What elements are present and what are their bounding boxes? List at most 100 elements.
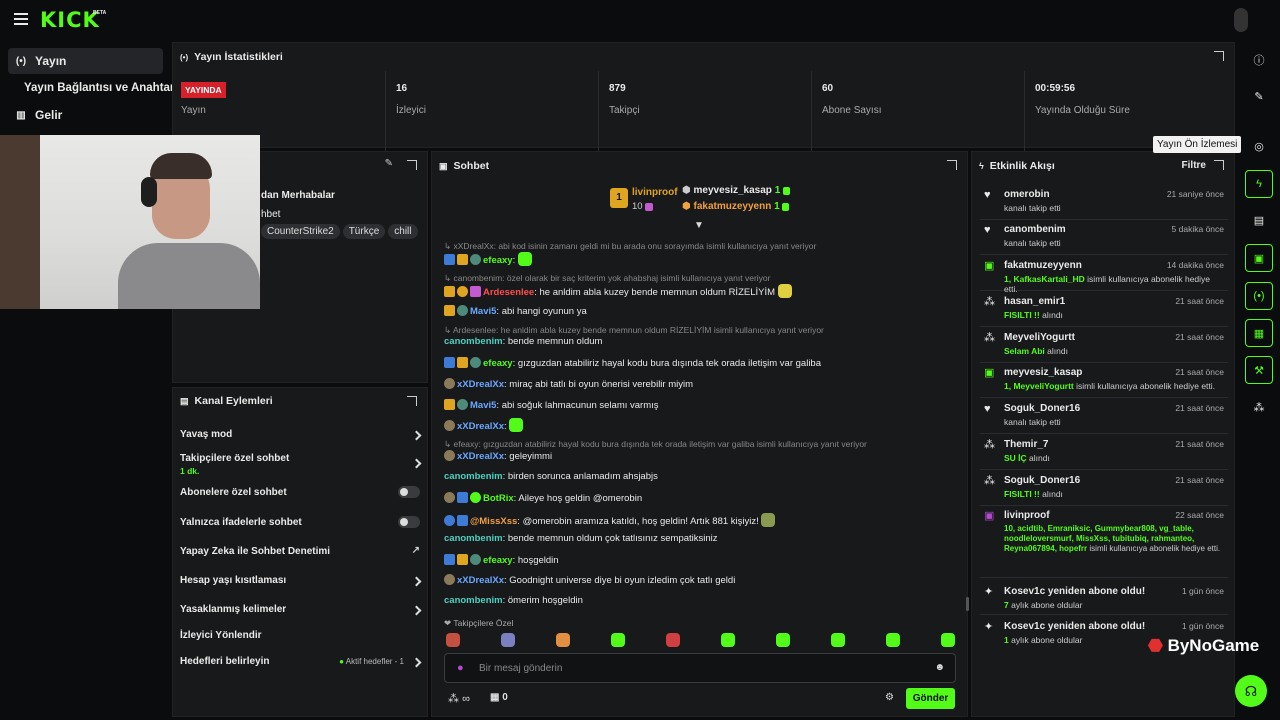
popout-icon[interactable] [407, 396, 417, 406]
avatar-icon [444, 450, 455, 461]
stream-category: hbet [261, 209, 281, 220]
reply-header: ↳ Ardesenlee: he anldim abla kuzey bende… [444, 325, 824, 335]
kicks-icon[interactable]: ⁂ [1245, 393, 1273, 421]
popout-icon[interactable] [947, 160, 957, 170]
chat-settings-icon[interactable]: ⚙ [885, 692, 894, 703]
beta-label: BETA [93, 10, 107, 16]
chat-message: canombenim: bende memnun oldum çok tatlı… [444, 533, 718, 544]
activity-event: ⁂ Soguk_Doner16 21 saat önce FISILTI !! … [980, 475, 1228, 506]
emote-icon[interactable] [501, 633, 515, 647]
crown-icon [444, 399, 455, 410]
broadcast-icon[interactable]: (•) [1245, 282, 1273, 310]
edit-icon[interactable]: ✎ [1245, 82, 1273, 110]
points-display[interactable]: ⁂ ∞ [448, 692, 470, 705]
slow-mode-row[interactable]: Yavaş mod [180, 429, 422, 441]
webcam-preview [0, 135, 260, 309]
chevron-right-icon [411, 430, 422, 441]
status-dot-icon: ● [339, 657, 344, 666]
chat-message: Mavi5: abi hangi oyunun ya [444, 305, 964, 317]
chevron-right-icon [411, 605, 422, 616]
gifts-display[interactable]: ▦ 0 [490, 692, 508, 703]
popout-icon[interactable] [407, 160, 417, 170]
stat-value: 879 [609, 83, 626, 94]
ai-moderation-row[interactable]: Yapay Zeka ile Sohbet Denetimi ↗ [180, 545, 420, 557]
emote-icon[interactable] [886, 633, 900, 647]
send-button[interactable]: Gönder [906, 688, 955, 709]
lightning-icon[interactable]: ϟ [1245, 170, 1273, 198]
chat-message: canombenim: birden sorunca anlamadım ahs… [444, 471, 658, 482]
rank-icon [457, 286, 468, 297]
verified-icon [470, 492, 481, 503]
stat-followers: 879 Takipçi [598, 71, 811, 151]
emote-icon[interactable] [941, 633, 955, 647]
kicks-icon: ⁂ [984, 439, 995, 451]
shield-icon [470, 357, 481, 368]
rank-badge: 1 [610, 188, 628, 208]
panel-title: ϟ Etkinlik Akışı [979, 160, 1055, 172]
filter-button[interactable]: Filtre [1182, 160, 1206, 171]
panel-title: ▣ Sohbet [439, 160, 490, 172]
document-icon[interactable]: ▤ [1245, 206, 1273, 234]
broadcast-icon: (•) [180, 52, 189, 62]
kick-logo[interactable]: KICK [40, 8, 100, 32]
support-button[interactable]: ☊ [1235, 675, 1267, 707]
host-row[interactable]: İzleyici Yönlendir [180, 630, 420, 641]
edit-icon[interactable]: ✎ [385, 158, 393, 169]
chat-message: @MissXss: @omerobin aramıza katıldı, hoş… [444, 513, 964, 527]
subscribers-only-row: Abonelere özel sohbet [180, 486, 420, 498]
emote-icon[interactable] [831, 633, 845, 647]
nav-item-stream-key[interactable]: Yayın Bağlantısı ve Anahtarı [8, 75, 178, 101]
wrench-icon[interactable]: ⚒ [1245, 356, 1273, 384]
chat-message: Ardesenlee: he anldim abla kuzey bende m… [444, 284, 964, 298]
followers-only-row[interactable]: Takipçilere özel sohbet 1 dk. [180, 453, 422, 476]
popout-icon[interactable] [1214, 51, 1224, 61]
crown-icon [457, 254, 468, 265]
panel-title: (•) Yayın İstatistikleri [180, 51, 283, 63]
chat-message: xXDrealXx: geleyimmi [444, 450, 964, 462]
emotes-only-toggle[interactable] [398, 516, 420, 528]
emote-icon[interactable] [776, 633, 790, 647]
emote-icon[interactable] [556, 633, 570, 647]
tag[interactable]: CounterStrike2 [261, 224, 340, 239]
top-gifter-name[interactable]: livinproof [632, 187, 678, 198]
expand-pinned-icon[interactable]: ▼ [694, 220, 704, 231]
tag[interactable]: chill [388, 224, 418, 239]
chat-scrollbar[interactable] [966, 597, 969, 611]
subscribers-only-toggle[interactable] [398, 486, 420, 498]
gift-icon [783, 187, 791, 195]
chat-icon[interactable]: ▣ [1245, 244, 1273, 272]
chat-message: Mavi5: abi soğuk lahmacunun selamı varmı… [444, 399, 964, 411]
preview-icon[interactable]: ◎ [1245, 132, 1273, 160]
gifter-row: ⬢ meyvesiz_kasap 1 [682, 185, 792, 196]
chat-message: canombenim: ömerim hoşgeldin [444, 595, 583, 606]
emote-icon[interactable] [611, 633, 625, 647]
actions-icon[interactable]: ▦ [1245, 319, 1273, 347]
account-age-row[interactable]: Hesap yaşı kısıtlaması [180, 575, 422, 587]
watermark: ⬣ ByNoGame [1148, 636, 1260, 655]
shield-icon [470, 254, 481, 265]
microphone-icon[interactable]: ● [457, 662, 464, 674]
tag[interactable]: Türkçe [342, 224, 386, 239]
emoji-icon[interactable]: ☻ [934, 662, 945, 673]
nav-item-gelir[interactable]: ▥ Gelir [8, 102, 163, 128]
user-avatar[interactable] [1234, 8, 1248, 32]
chat-icon: ▣ [439, 160, 448, 171]
emote-icon[interactable] [446, 633, 460, 647]
emote-icon[interactable] [666, 633, 680, 647]
bynogame-logo-icon: ⬣ [1148, 636, 1163, 655]
emote-icon[interactable] [721, 633, 735, 647]
heart-icon: ♥ [984, 403, 991, 415]
external-link-icon: ↗ [411, 545, 420, 556]
popout-icon[interactable] [1214, 160, 1224, 170]
banned-words-row[interactable]: Yasaklanmış kelimeler [180, 604, 422, 616]
lightning-icon: ϟ [979, 161, 984, 171]
info-icon[interactable]: ⓘ [1245, 46, 1273, 74]
chat-input[interactable]: Bir mesaj gönderin [479, 663, 562, 674]
nav-item-yayin[interactable]: (•) Yayın [8, 48, 163, 74]
chat-input-box[interactable]: ● Bir mesaj gönderin ☻ [444, 653, 956, 683]
stat-label: Yayında Olduğu Süre [1035, 105, 1130, 116]
chat-message: canombenim: bende memnun oldum [444, 336, 603, 347]
headset-icon: ☊ [1244, 682, 1258, 699]
menu-icon[interactable] [14, 13, 28, 25]
goals-row[interactable]: Hedefleri belirleyin ● Aktif hedefler - … [180, 656, 422, 668]
